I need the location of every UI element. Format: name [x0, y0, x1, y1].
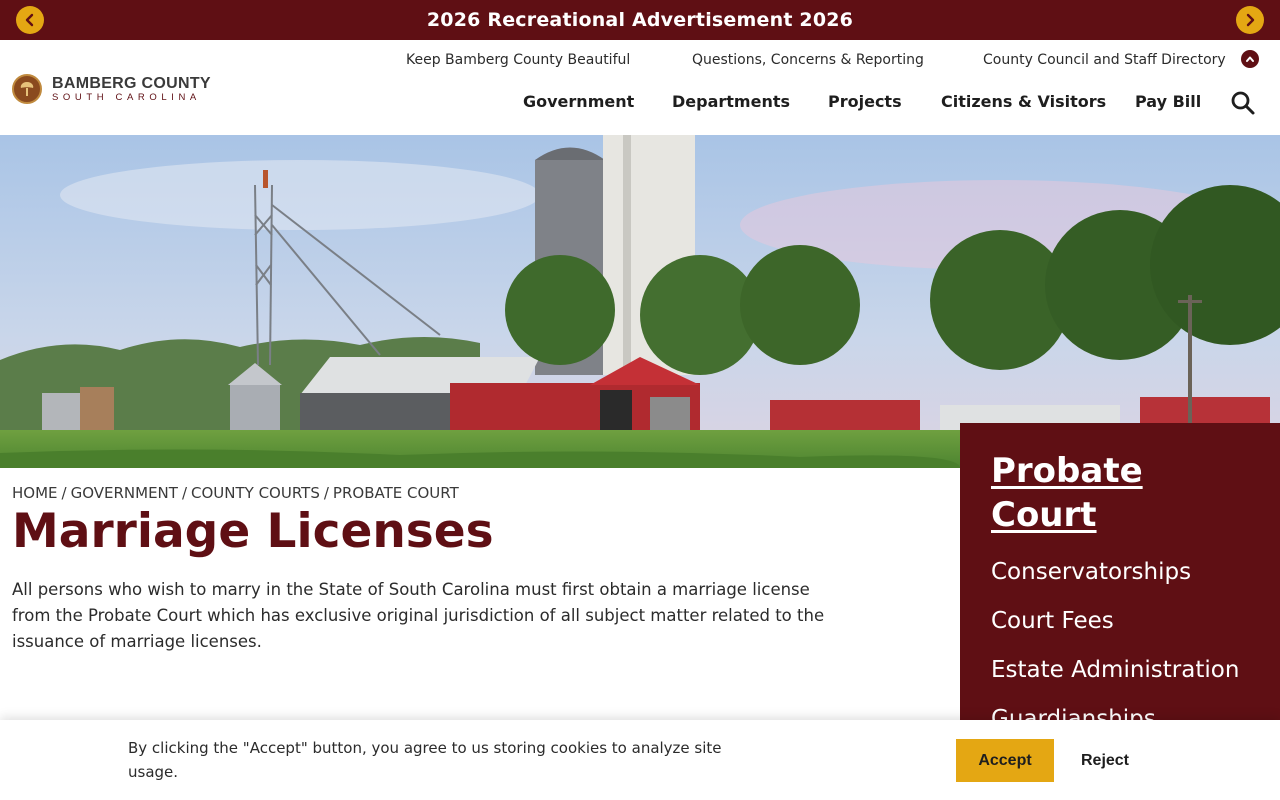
search-icon	[1231, 91, 1255, 115]
breadcrumb-government[interactable]: GOVERNMENT	[71, 484, 178, 502]
alert-next-button[interactable]	[1236, 6, 1264, 34]
alert-bar: 2026 Recreational Advertisement 2026	[0, 0, 1280, 40]
nav-pay-bill[interactable]: Pay Bill	[1135, 92, 1201, 111]
sidebar-heading-probate-court[interactable]: Probate Court	[991, 449, 1191, 537]
util-link-keep-beautiful[interactable]: Keep Bamberg County Beautiful	[406, 52, 630, 68]
intro-paragraph: All persons who wish to marry in the Sta…	[12, 580, 825, 651]
cookie-banner: By clicking the "Accept" button, you agr…	[0, 720, 1280, 800]
chevron-left-icon	[25, 13, 34, 27]
breadcrumb-separator: /	[61, 484, 67, 502]
sidebar-item-court-fees[interactable]: Court Fees	[991, 600, 1280, 649]
main-nav: Government Departments Projects Citizens…	[0, 92, 1280, 116]
util-link-directory[interactable]: County Council and Staff Directory	[983, 52, 1226, 68]
breadcrumb-home[interactable]: HOME	[12, 484, 58, 502]
breadcrumb: HOME / GOVERNMENT / COUNTY COURTS / PROBATE CO…	[12, 484, 459, 502]
breadcrumb-probate-court[interactable]: PROBATE COURT	[333, 484, 459, 502]
nav-departments[interactable]: Departments	[672, 92, 790, 111]
sidebar-item-conservatorships[interactable]: Conservatorships	[991, 551, 1280, 600]
utility-nav: Keep Bamberg County Beautiful Questions,…	[0, 52, 1280, 72]
sidebar-list: Conservatorships Court Fees Estate Admin…	[991, 551, 1280, 747]
chevron-up-icon	[1246, 56, 1254, 62]
breadcrumb-separator: /	[181, 484, 187, 502]
chevron-right-icon	[1246, 13, 1255, 27]
nav-projects[interactable]: Projects	[828, 92, 902, 111]
hero-image	[0, 135, 1280, 468]
farm-scene-illustration	[0, 135, 1280, 468]
cookie-message: By clicking the "Accept" button, you agr…	[128, 739, 722, 781]
alert-title[interactable]: 2026 Recreational Advertisement 2026	[427, 9, 853, 31]
sidebar-item-estate-administration[interactable]: Estate Administration	[991, 649, 1280, 698]
nav-government[interactable]: Government	[523, 92, 634, 111]
page-title: Marriage Licenses	[12, 504, 494, 559]
utility-nav-toggle[interactable]	[1241, 50, 1259, 68]
breadcrumb-county-courts[interactable]: COUNTY COURTS	[191, 484, 320, 502]
accept-button[interactable]: Accept	[956, 739, 1054, 782]
nav-citizens-visitors[interactable]: Citizens & Visitors	[941, 92, 1106, 111]
breadcrumb-separator: /	[323, 484, 329, 502]
util-link-questions[interactable]: Questions, Concerns & Reporting	[692, 52, 924, 68]
alert-prev-button[interactable]	[16, 6, 44, 34]
reject-button[interactable]: Reject	[1068, 739, 1142, 782]
search-button[interactable]	[1229, 89, 1257, 117]
logo-name: BAMBERG COUNTY	[52, 75, 211, 92]
site-header: BAMBERG COUNTY SOUTH CAROLINA Keep Bambe…	[0, 40, 1280, 135]
